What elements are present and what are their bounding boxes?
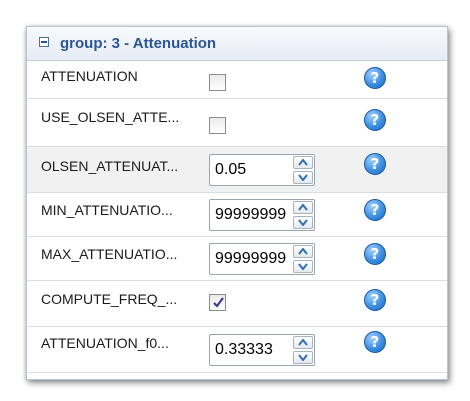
- property-label: ATTENUATION_f0...: [41, 335, 169, 351]
- spinner-value[interactable]: 0.33333: [215, 341, 290, 359]
- spin-up-icon[interactable]: [293, 245, 313, 258]
- property-label: OLSEN_ATTENUAT...: [41, 158, 179, 174]
- use-olsen-checkbox[interactable]: [209, 117, 226, 134]
- collapse-toggle-icon[interactable]: [39, 37, 49, 47]
- help-icon[interactable]: ?: [364, 331, 386, 353]
- property-row-olsen-attenuation: OLSEN_ATTENUAT... 0.05 ?: [27, 147, 447, 193]
- spin-down-icon[interactable]: [293, 351, 313, 364]
- spinner-value[interactable]: 0.05: [215, 161, 290, 179]
- help-icon[interactable]: ?: [364, 199, 386, 221]
- help-icon[interactable]: ?: [364, 67, 386, 89]
- compute-freq-checkbox[interactable]: [209, 294, 226, 311]
- help-icon[interactable]: ?: [364, 289, 386, 311]
- olsen-attenuation-spinner[interactable]: 0.05: [209, 154, 315, 186]
- property-label: USE_OLSEN_ATTE...: [41, 109, 180, 125]
- spin-down-icon[interactable]: [293, 216, 313, 229]
- min-attenuation-spinner[interactable]: 99999999: [209, 199, 315, 231]
- spin-up-icon[interactable]: [293, 156, 313, 169]
- property-row-compute-freq: COMPUTE_FREQ_... ?: [27, 281, 447, 327]
- property-row-min-attenuation: MIN_ATTENUATIO... 99999999 ?: [27, 193, 447, 237]
- spin-down-icon[interactable]: [293, 171, 313, 184]
- max-attenuation-spinner[interactable]: 99999999: [209, 243, 315, 275]
- property-label: COMPUTE_FREQ_...: [41, 291, 178, 307]
- attenuation-checkbox[interactable]: [209, 74, 226, 91]
- help-icon[interactable]: ?: [364, 109, 386, 131]
- group-header[interactable]: group: 3 - Attenuation: [27, 27, 447, 61]
- spinner-value[interactable]: 99999999: [215, 206, 290, 224]
- spin-up-icon[interactable]: [293, 336, 313, 349]
- help-icon[interactable]: ?: [364, 243, 386, 265]
- help-icon[interactable]: ?: [364, 153, 386, 175]
- property-row-attenuation: ATTENUATION ?: [27, 61, 447, 99]
- properties-panel: group: 3 - Attenuation ATTENUATION ? USE…: [26, 26, 448, 380]
- spinner-value[interactable]: 99999999: [215, 250, 290, 268]
- checkmark-icon: [213, 297, 224, 308]
- group-title: group: 3 - Attenuation: [60, 35, 217, 52]
- property-label: ATTENUATION: [41, 68, 138, 84]
- property-label: MAX_ATTENUATIO...: [41, 246, 178, 262]
- spin-up-icon[interactable]: [293, 201, 313, 214]
- property-label: MIN_ATTENUATIO...: [41, 202, 173, 218]
- property-row-attenuation-f0: ATTENUATION_f0... 0.33333 ?: [27, 327, 447, 373]
- property-row-max-attenuation: MAX_ATTENUATIO... 99999999 ?: [27, 237, 447, 281]
- property-row-use-olsen: USE_OLSEN_ATTE... ?: [27, 99, 447, 147]
- attenuation-f0-spinner[interactable]: 0.33333: [209, 334, 315, 366]
- spin-down-icon[interactable]: [293, 260, 313, 273]
